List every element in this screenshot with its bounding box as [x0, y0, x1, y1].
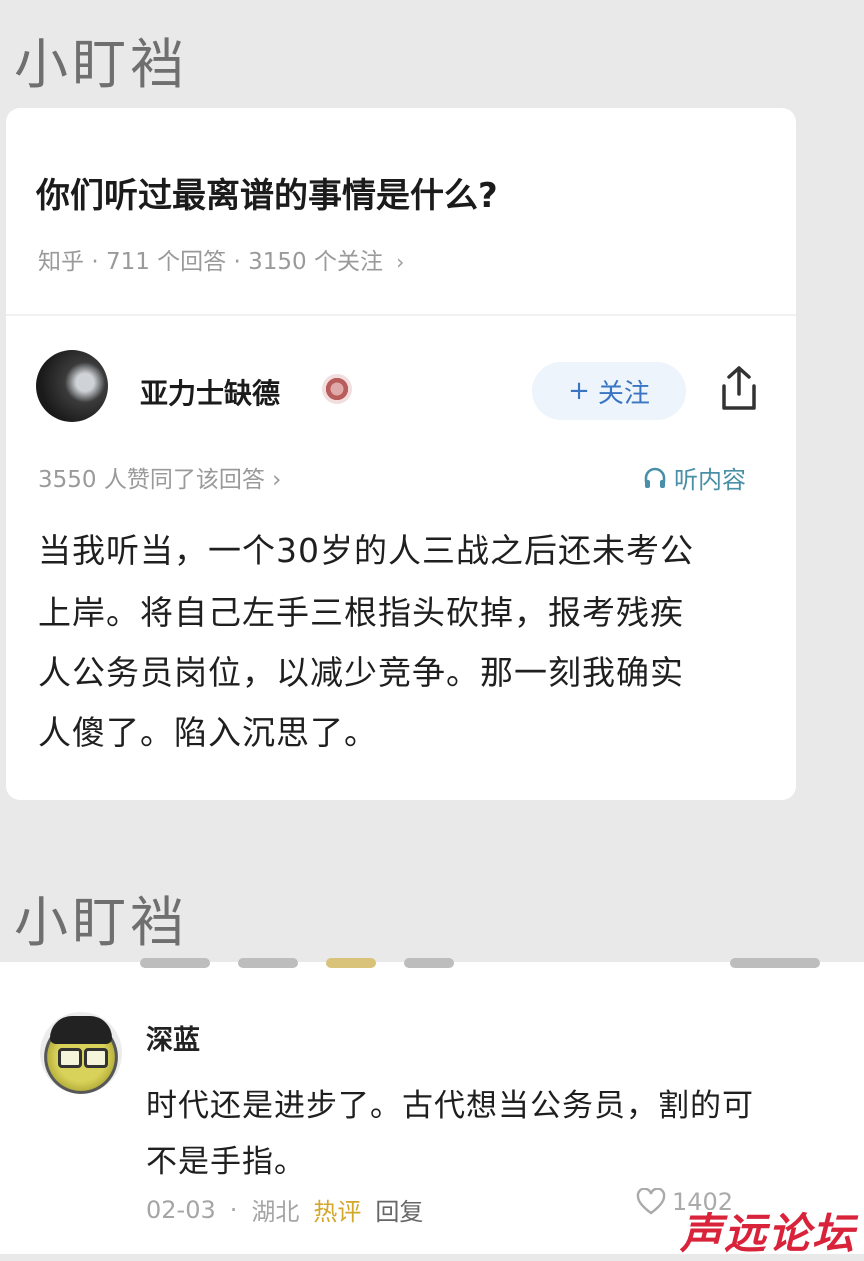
avatar[interactable]	[40, 1012, 122, 1094]
meta-separator: ·	[91, 249, 106, 275]
author-name[interactable]: 亚力士缺德	[140, 372, 280, 412]
question-meta[interactable]: 知乎 · 711 个回答 · 3150 个关注 ›	[38, 242, 404, 276]
follow-label: 关注	[597, 378, 650, 409]
share-icon[interactable]	[716, 364, 762, 414]
reply-button[interactable]: 回复	[375, 1192, 423, 1227]
follow-button[interactable]: + 关注	[532, 362, 686, 420]
comment-date: 02-03	[146, 1195, 216, 1224]
question-title[interactable]: 你们听过最离谱的事情是什么?	[36, 168, 498, 217]
answer-text-line: 人傻了。陷入沉思了。	[38, 713, 378, 752]
source-label: 小盯裆	[14, 891, 188, 954]
cut-off-row	[140, 950, 860, 972]
comment-text-line: 时代还是进步了。古代想当公务员，割的可	[146, 1088, 754, 1124]
comment-meta: 02-03 · 湖北 热评 回复	[146, 1192, 423, 1227]
like-icon	[636, 1188, 666, 1215]
source-label: 小盯裆	[14, 33, 188, 96]
agree-count[interactable]: 3550 人赞同了该回答 ›	[38, 460, 281, 494]
comment-author[interactable]: 深蓝	[146, 1018, 200, 1057]
chevron-right-icon: ›	[272, 467, 282, 493]
avatar-hair	[50, 1016, 112, 1044]
comment-text-line: 不是手指。	[146, 1144, 306, 1180]
follower-count: 3150 个关注	[248, 249, 383, 275]
agree-text: 3550 人赞同了该回答	[38, 467, 265, 493]
meta-separator: ·	[233, 249, 249, 275]
headphones-icon	[644, 467, 666, 488]
answer-text-line: 当我听当，一个30岁的人三战之后还未考公	[38, 531, 694, 570]
plus-icon: +	[568, 376, 590, 406]
meta-separator: ·	[229, 1195, 238, 1224]
watermark: 声远论坛	[679, 1209, 856, 1258]
answer-text-line: 人公务员岗位，以减少竞争。那一刻我确实	[38, 653, 684, 692]
chevron-right-icon: ›	[396, 250, 405, 274]
hot-tag: 热评	[313, 1198, 362, 1226]
listen-button[interactable]: 听内容	[642, 460, 746, 495]
comment-location: 湖北	[251, 1198, 300, 1226]
listen-label: 听内容	[674, 466, 746, 494]
avatar-glasses	[58, 1048, 82, 1068]
avatar[interactable]	[36, 350, 108, 422]
avatar-glasses	[84, 1048, 108, 1068]
answer-text-line: 上岸。将自己左手三根指头砍掉，报考残疾	[38, 593, 684, 632]
answer-count: 711 个回答	[105, 249, 227, 275]
divider	[6, 314, 796, 316]
platform-name: 知乎	[38, 249, 84, 275]
badge-icon	[322, 374, 352, 404]
